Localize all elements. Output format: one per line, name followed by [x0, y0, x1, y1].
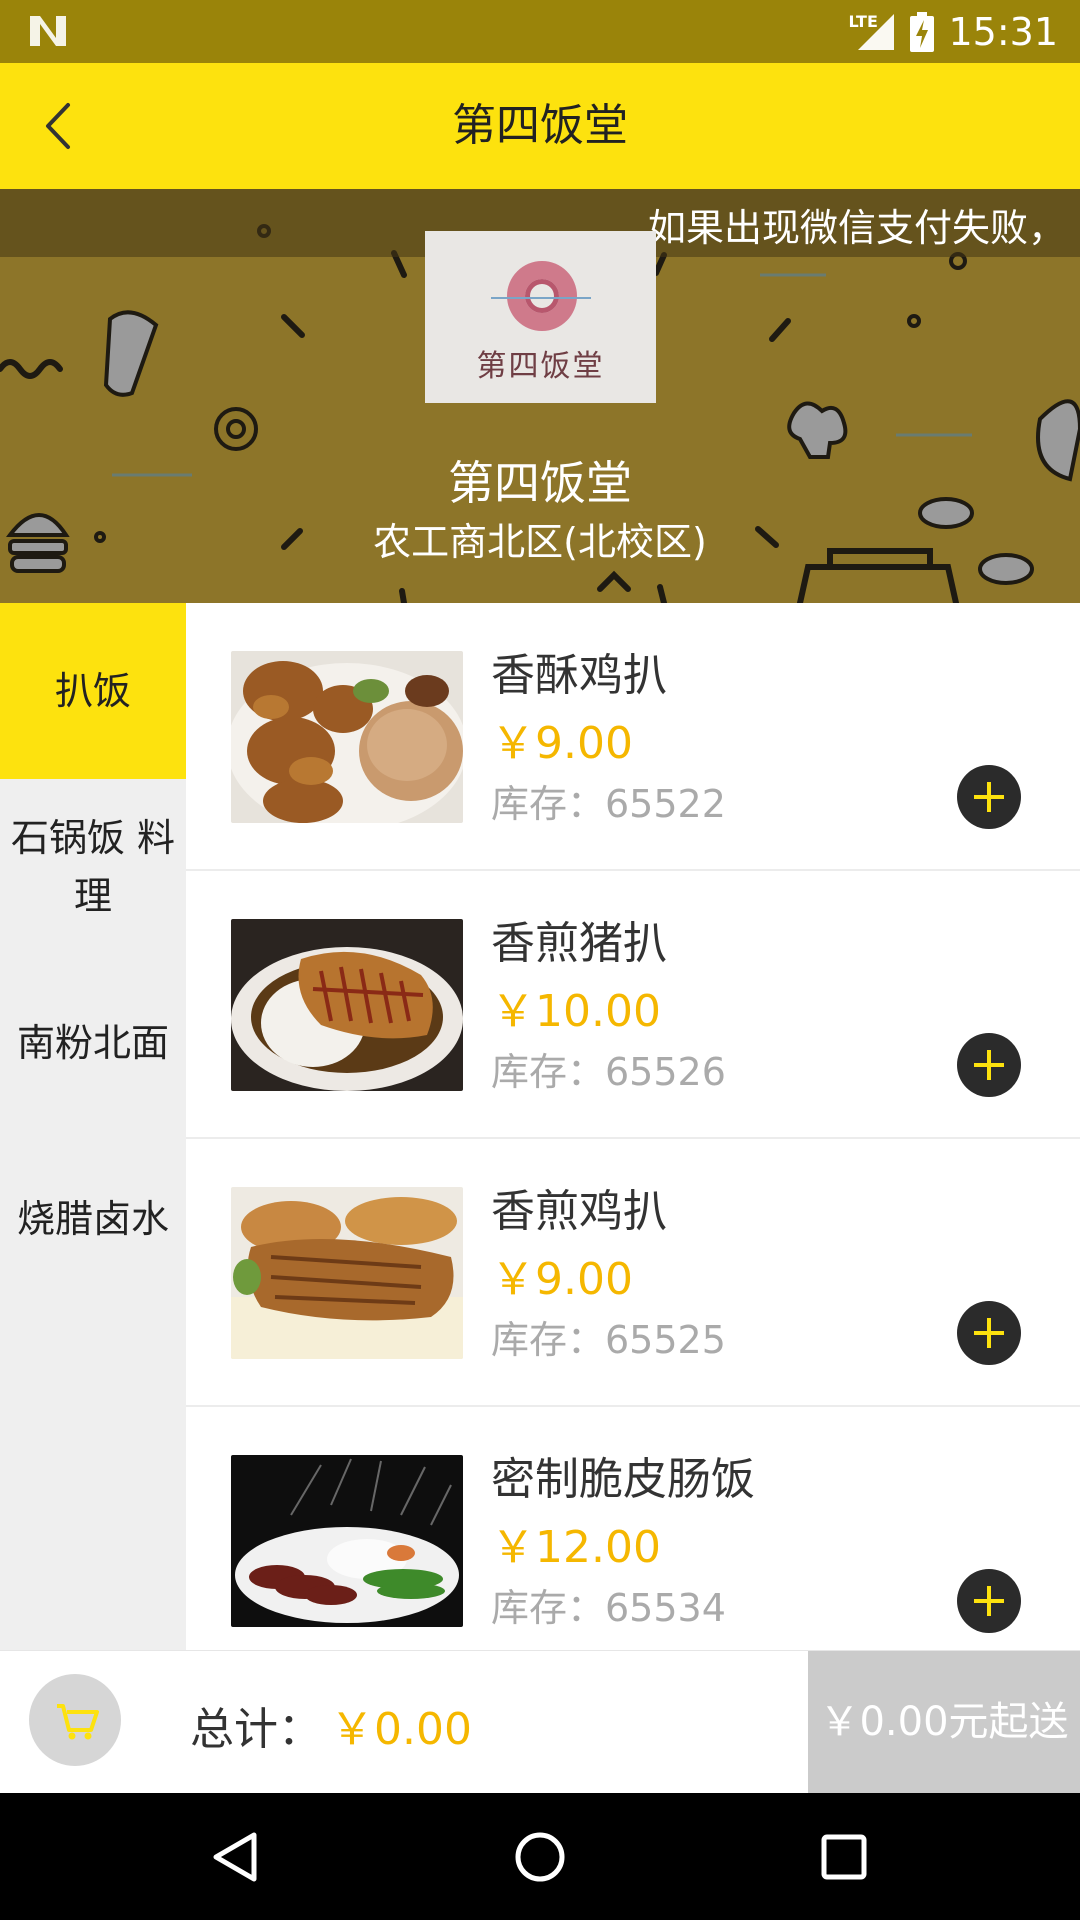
product-name: 香煎鸡扒 [491, 1186, 667, 1237]
clock: 15:31 [948, 9, 1058, 54]
cart-bar: 总计： ￥0.00 ￥0.00元起送 [0, 1650, 1080, 1794]
add-to-cart-button[interactable] [957, 1569, 1021, 1633]
product-name: 香酥鸡扒 [491, 650, 667, 701]
add-to-cart-button[interactable] [957, 1301, 1021, 1365]
battery-charging-icon [910, 11, 935, 52]
nav-home-icon[interactable] [504, 1821, 576, 1893]
product-stock: 库存：65526 [491, 1050, 726, 1094]
category-item[interactable]: 烧腊卤水 [0, 1131, 186, 1307]
status-bar: LTE 15:31 [0, 0, 1080, 63]
product-price: ￥10.00 [491, 986, 661, 1037]
product-stock: 库存：65534 [491, 1586, 726, 1630]
category-item[interactable]: 南粉北面 [0, 955, 186, 1131]
product-photo [231, 919, 463, 1091]
product-stock: 库存：65522 [491, 782, 726, 826]
shop-logo-text: 第四饭堂 [476, 349, 605, 384]
system-nav-bar [0, 1793, 1080, 1920]
add-to-cart-button[interactable] [957, 765, 1021, 829]
min-order-button[interactable]: ￥0.00元起送 [808, 1651, 1080, 1794]
category-label: 南粉北面 [16, 1021, 169, 1065]
product-photo [231, 1187, 463, 1359]
product-price: ￥9.00 [491, 718, 633, 769]
product-row[interactable]: 香煎鸡扒 ￥9.00 库存：65525 [186, 1139, 1080, 1407]
shop-logo: 第四饭堂 [425, 231, 656, 403]
notice-text: 如果出现微信支付失败， [647, 206, 1066, 250]
cart-button[interactable] [29, 1674, 121, 1766]
total-value: ￥0.00 [330, 1704, 472, 1755]
product-price: ￥9.00 [491, 1254, 633, 1305]
product-price: ￥12.00 [491, 1522, 661, 1573]
nav-back-icon[interactable] [200, 1821, 272, 1893]
product-photo [231, 651, 463, 823]
android-n-icon [30, 16, 66, 46]
add-to-cart-button[interactable] [957, 1033, 1021, 1097]
product-row[interactable]: 香煎猪扒 ￥10.00 库存：65526 [186, 871, 1080, 1139]
product-name: 密制脆皮肠饭 [491, 1454, 755, 1505]
category-item[interactable]: 石锅饭 料理 [0, 779, 186, 955]
product-row[interactable]: 香酥鸡扒 ￥9.00 库存：65522 [186, 603, 1080, 871]
category-label: 石锅饭 料理 [10, 816, 176, 918]
shopping-cart-icon [57, 1704, 99, 1740]
shop-header-banner: 如果出现微信支付失败， 第四饭堂 第四饭堂 农工商北区(北校区) [0, 189, 1080, 603]
category-item-active[interactable]: 扒饭 [0, 603, 186, 779]
shop-name: 第四饭堂 [448, 456, 632, 510]
product-name: 香煎猪扒 [491, 918, 667, 969]
product-row[interactable]: 密制脆皮肠饭 ￥12.00 库存：65534 [186, 1407, 1080, 1650]
nav-recents-icon[interactable] [808, 1821, 880, 1893]
page-title: 第四饭堂 [452, 100, 628, 151]
product-list: 香酥鸡扒 ￥9.00 库存：65522 香煎猪扒 ￥10.00 库存：65526 [186, 603, 1080, 1650]
app-bar: 第四饭堂 [0, 63, 1080, 189]
product-photo [231, 1455, 463, 1627]
product-stock: 库存：65525 [491, 1318, 726, 1362]
shop-address: 农工商北区(北校区) [373, 520, 707, 564]
total-label: 总计： [190, 1704, 322, 1755]
category-label: 烧腊卤水 [16, 1197, 169, 1241]
category-sidebar: 扒饭 石锅饭 料理 南粉北面 烧腊卤水 [0, 603, 186, 1650]
lte-signal-icon: LTE [848, 12, 896, 52]
category-label: 扒饭 [54, 669, 131, 713]
